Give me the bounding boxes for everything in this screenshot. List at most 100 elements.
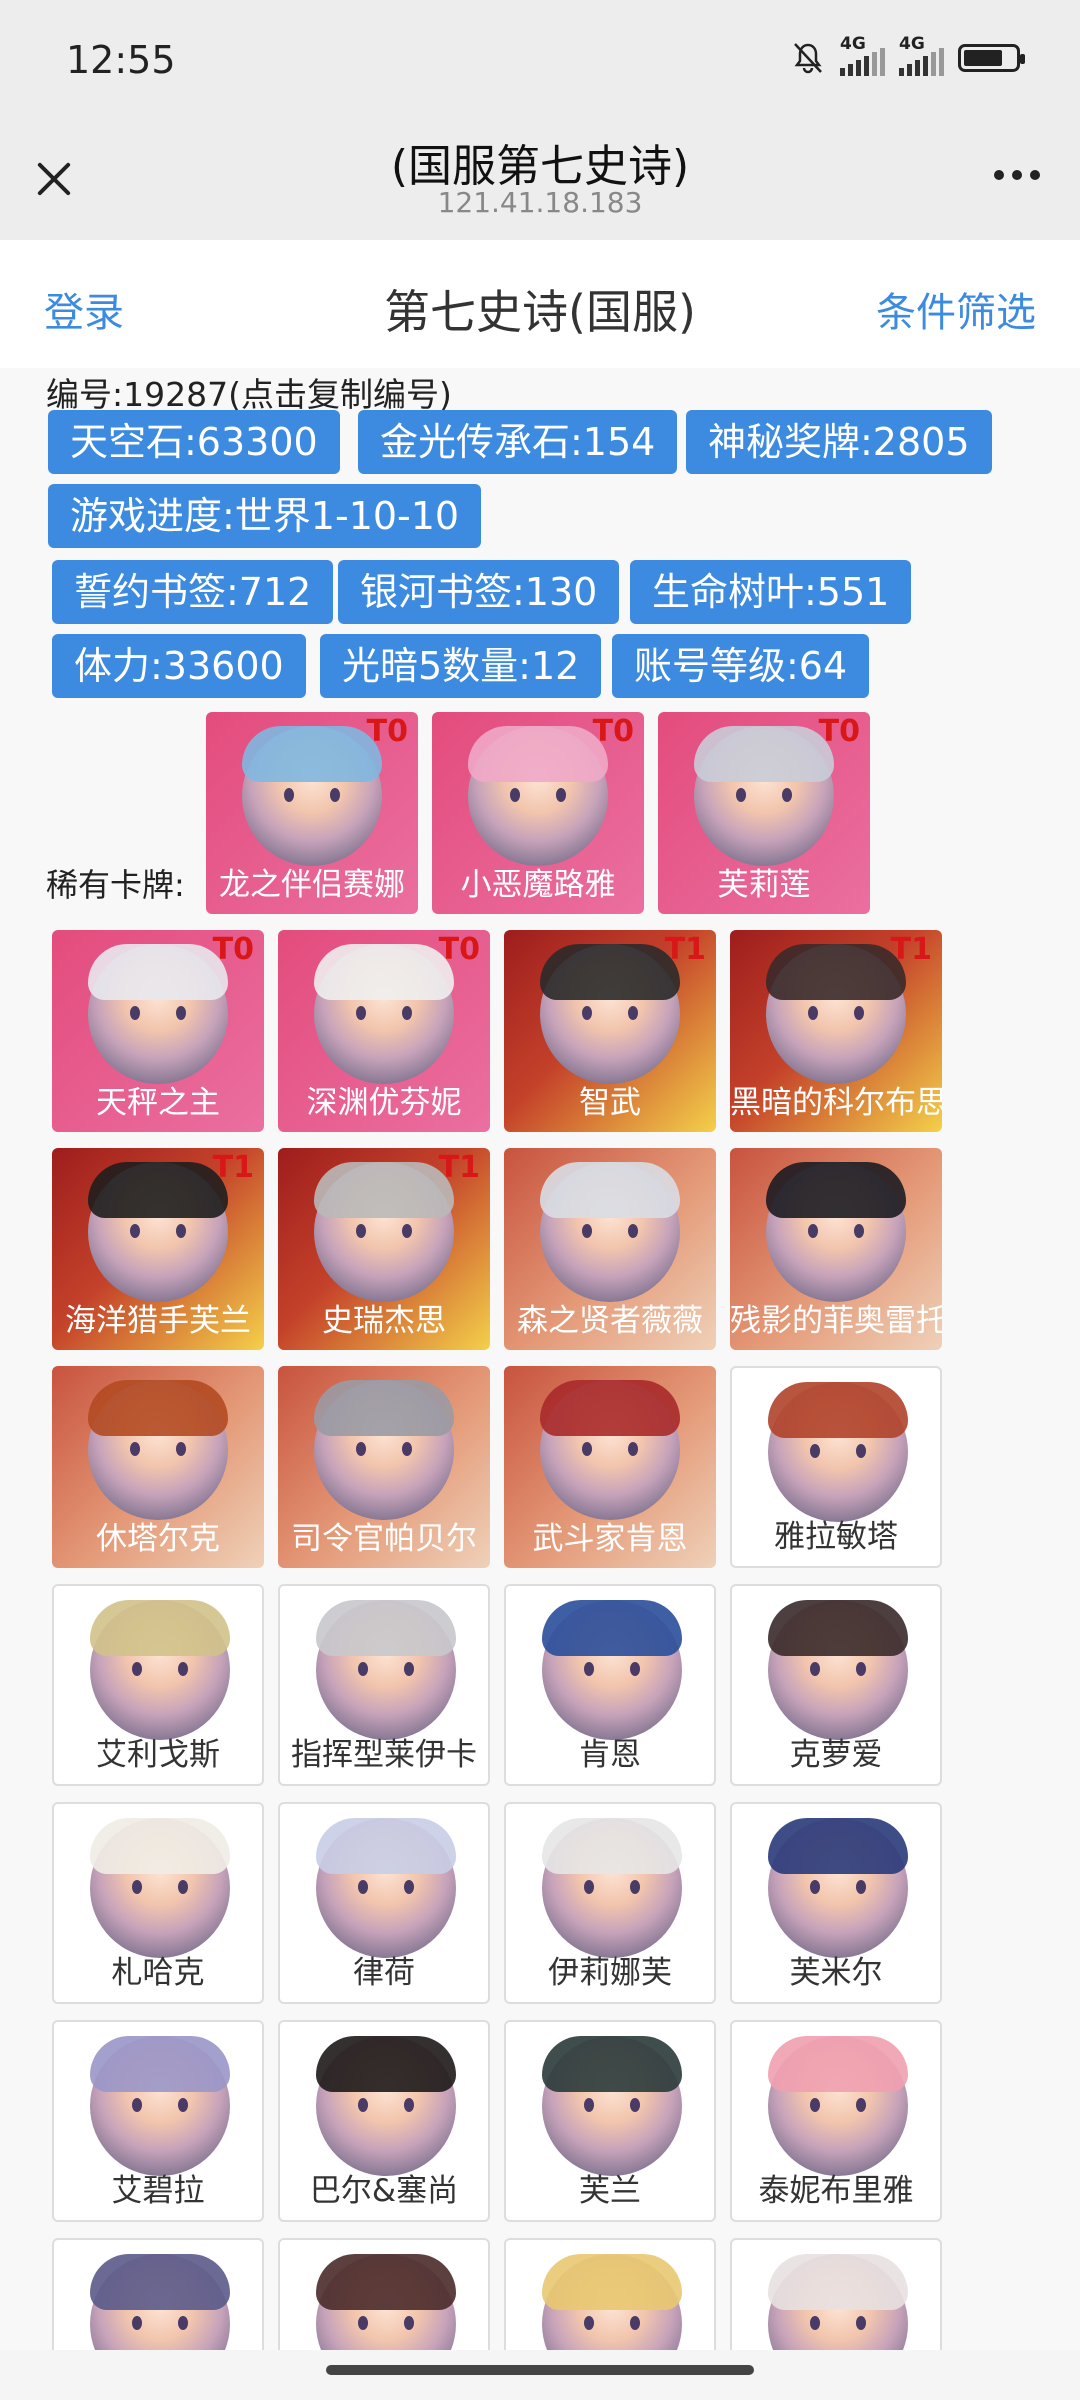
- tier-badge: T1: [664, 932, 706, 967]
- hero-portrait: [540, 944, 680, 1084]
- hero-portrait: [768, 1818, 908, 1958]
- hero-name: 武斗家肯恩: [532, 1521, 688, 1557]
- hero-card[interactable]: 艾利戈斯: [52, 1584, 264, 1786]
- hero-card[interactable]: 芙米尔: [730, 1802, 942, 2004]
- status-icons: 4G 4G: [790, 34, 1025, 76]
- status-bar: 12:55 4G 4G: [0, 0, 1080, 130]
- hero-portrait: [314, 944, 454, 1084]
- hero-portrait: [766, 944, 906, 1084]
- hero-card[interactable]: 芙兰: [504, 2020, 716, 2222]
- page-title: (国服第七史诗): [390, 141, 690, 192]
- hero-name: 艾利戈斯: [96, 1737, 220, 1773]
- hero-card[interactable]: T1 智武: [504, 930, 716, 1132]
- hero-name: 深渊优芬妮: [306, 1085, 462, 1121]
- hero-portrait: [542, 1818, 682, 1958]
- hero-card[interactable]: [52, 2238, 264, 2350]
- hero-portrait: [540, 1380, 680, 1520]
- hero-card[interactable]: [278, 2238, 490, 2350]
- hero-name: 芙兰: [579, 2173, 641, 2209]
- app-header: 登录 第七史诗(国服) 条件筛选: [0, 240, 1080, 369]
- stat-tag: 光暗5数量:12: [320, 634, 602, 698]
- hero-card[interactable]: 泰妮布里雅: [730, 2020, 942, 2222]
- hero-card[interactable]: 肯恩: [504, 1584, 716, 1786]
- hero-portrait: [314, 1380, 454, 1520]
- hero-name: 海洋猎手芙兰: [65, 1303, 251, 1339]
- hero-name: 泰妮布里雅: [758, 2173, 914, 2209]
- account-id[interactable]: 编号:19287(点击复制编号): [46, 368, 452, 416]
- hero-name: 雅拉敏塔: [774, 1519, 898, 1555]
- hero-portrait: [768, 1382, 908, 1522]
- hero-card[interactable]: 司令官帕贝尔: [278, 1366, 490, 1568]
- hero-portrait: [694, 726, 834, 866]
- hero-name: 札哈克: [111, 1955, 205, 1991]
- hero-name: 肯恩: [579, 1737, 641, 1773]
- tier-badge: T0: [818, 714, 860, 749]
- hero-name: 巴尔&塞尚: [309, 2173, 459, 2209]
- hero-portrait: [316, 2254, 456, 2350]
- stat-tag: 天空石:63300: [48, 410, 340, 474]
- hero-portrait: [540, 1162, 680, 1302]
- hero-name: 芙米尔: [789, 1955, 883, 1991]
- hero-name: 艾碧拉: [111, 2173, 205, 2209]
- stat-tag: 体力:33600: [52, 634, 306, 698]
- hero-card[interactable]: 指挥型莱伊卡: [278, 1584, 490, 1786]
- hero-portrait: [90, 2036, 230, 2176]
- hero-card[interactable]: T1 海洋猎手芙兰: [52, 1148, 264, 1350]
- hero-portrait: [90, 1600, 230, 1740]
- hero-card[interactable]: T0 芙莉莲: [658, 712, 870, 914]
- hero-portrait: [316, 1818, 456, 1958]
- hero-card[interactable]: 武斗家肯恩: [504, 1366, 716, 1568]
- hero-card[interactable]: T0 龙之伴侣赛娜: [206, 712, 418, 914]
- hero-card[interactable]: 森之贤者薇薇: [504, 1148, 716, 1350]
- webview-titlebar: (国服第七史诗) 121.41.18.183: [0, 130, 1080, 240]
- hero-card[interactable]: [730, 2238, 942, 2350]
- more-menu-icon[interactable]: [994, 170, 1040, 180]
- hero-card[interactable]: T1 黑暗的科尔布思: [730, 930, 942, 1132]
- hero-portrait: [90, 1818, 230, 1958]
- hero-card[interactable]: 札哈克: [52, 1802, 264, 2004]
- hero-portrait: [88, 1380, 228, 1520]
- hero-card[interactable]: 残影的菲奥雷托: [730, 1148, 942, 1350]
- hero-card[interactable]: T0 天秤之主: [52, 930, 264, 1132]
- hero-card[interactable]: 律荷: [278, 1802, 490, 2004]
- hero-portrait: [766, 1162, 906, 1302]
- tier-badge: T1: [438, 1150, 480, 1185]
- tier-badge: T0: [592, 714, 634, 749]
- battery-icon: [958, 44, 1025, 72]
- stat-tag: 神秘奖牌:2805: [686, 410, 992, 474]
- tier-badge: T0: [366, 714, 408, 749]
- hero-card[interactable]: 休塔尔克: [52, 1366, 264, 1568]
- hero-name: 伊莉娜芙: [548, 1955, 672, 1991]
- stat-tag: 银河书签:130: [338, 560, 620, 624]
- hero-portrait: [88, 1162, 228, 1302]
- tier-badge: T1: [212, 1150, 254, 1185]
- tier-badge: T0: [212, 932, 254, 967]
- hero-portrait: [242, 726, 382, 866]
- stat-tag: 账号等级:64: [612, 634, 870, 698]
- hero-card[interactable]: T0 小恶魔路雅: [432, 712, 644, 914]
- tier-badge: T0: [438, 932, 480, 967]
- hero-card[interactable]: T1 史瑞杰思: [278, 1148, 490, 1350]
- hero-card[interactable]: [504, 2238, 716, 2350]
- hero-card[interactable]: 雅拉敏塔: [730, 1366, 942, 1568]
- hero-portrait: [314, 1162, 454, 1302]
- hero-name: 智武: [579, 1085, 641, 1121]
- hero-portrait: [768, 2036, 908, 2176]
- account-detail: 编号:19287(点击复制编号) 天空石:63300 金光传承石:154 神秘奖…: [0, 368, 1080, 2350]
- home-indicator[interactable]: [326, 2365, 754, 2375]
- hero-portrait: [90, 2254, 230, 2350]
- hero-name: 克萝爱: [789, 1737, 883, 1773]
- hero-card[interactable]: 艾碧拉: [52, 2020, 264, 2222]
- hero-name: 残影的菲奥雷托: [730, 1303, 942, 1339]
- stat-tag: 金光传承石:154: [358, 410, 678, 474]
- hero-card[interactable]: 伊莉娜芙: [504, 1802, 716, 2004]
- hero-name: 森之贤者薇薇: [517, 1303, 703, 1339]
- hero-name: 龙之伴侣赛娜: [219, 867, 405, 903]
- hero-card[interactable]: T0 深渊优芬妮: [278, 930, 490, 1132]
- hero-card[interactable]: 克萝爱: [730, 1584, 942, 1786]
- filter-link[interactable]: 条件筛选: [876, 280, 1036, 338]
- hero-portrait: [468, 726, 608, 866]
- hero-card[interactable]: 巴尔&塞尚: [278, 2020, 490, 2222]
- hero-portrait: [768, 2254, 908, 2350]
- signal-icon-1: 4G: [840, 34, 885, 76]
